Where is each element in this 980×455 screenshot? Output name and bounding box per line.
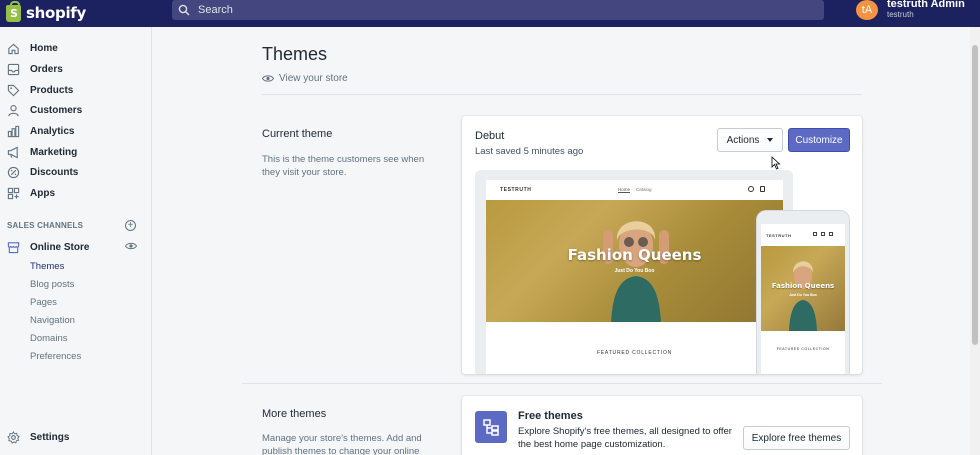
sidebar-item-settings[interactable]: Settings: [0, 427, 152, 447]
search-input[interactable]: Search: [172, 0, 824, 20]
sidebar-item-products[interactable]: Products: [0, 80, 152, 100]
explore-free-themes-button[interactable]: Explore free themes: [743, 426, 850, 450]
sidebar-item-discounts[interactable]: Discounts: [0, 162, 152, 182]
bar-chart-icon: [6, 124, 20, 138]
current-theme-card: Debut Last saved 5 minutes ago Actions C…: [462, 116, 862, 374]
gear-icon: [6, 430, 20, 444]
desktop-preview: TESTRUTH Home Catalog Fashion Queens Jus…: [475, 170, 793, 374]
page-title: Themes: [262, 44, 328, 64]
user-name[interactable]: testruth Admin: [887, 0, 965, 10]
mouse-cursor-icon: [771, 156, 781, 170]
mobile-preview-hero: Fashion Queens Just Do You Boo: [761, 246, 845, 331]
sidebar-sub-themes[interactable]: Themes: [30, 261, 64, 272]
apps-icon: [6, 186, 20, 200]
sidebar: Home Orders Products Customers Analytics…: [0, 27, 152, 455]
divider: [242, 383, 882, 384]
preview-nav-home: Home: [618, 187, 631, 192]
sidebar-sub-preferences[interactable]: Preferences: [30, 351, 81, 362]
sidebar-sub-pages[interactable]: Pages: [30, 297, 57, 308]
preview-featured-collection: FEATURED COLLECTION: [596, 350, 673, 356]
discount-icon: [6, 165, 20, 179]
bag-icon: [821, 232, 825, 236]
search-icon: [813, 232, 817, 236]
orders-icon: [6, 62, 20, 76]
tag-icon: [6, 83, 20, 97]
home-icon: [6, 41, 20, 55]
bag-icon: [760, 186, 765, 192]
mobile-preview-brand: TESTRUTH: [766, 233, 792, 238]
eye-icon: [262, 75, 274, 82]
theme-last-saved: Last saved 5 minutes ago: [475, 146, 584, 157]
free-themes-card: Free themes Explore Shopify's free theme…: [462, 396, 862, 455]
shopify-logo[interactable]: S shopify: [6, 0, 86, 24]
sidebar-item-customers[interactable]: Customers: [0, 100, 152, 120]
mobile-preview: TESTRUTH Fashion Queens Just Do You Boo …: [756, 210, 850, 374]
mobile-preview-hero-subtitle: Just Do You Boo: [789, 293, 817, 297]
preview-hero-title: Fashion Queens: [567, 246, 702, 264]
add-channel-icon[interactable]: +: [125, 220, 136, 231]
logo-text: shopify: [26, 4, 86, 22]
free-themes-description: Explore Shopify's free themes, all desig…: [518, 426, 732, 450]
preview-hero-subtitle: Just Do You Boo: [614, 268, 655, 274]
current-theme-heading: Current theme: [262, 128, 333, 140]
scrollbar-thumb[interactable]: [972, 45, 978, 345]
store-icon: [6, 240, 20, 254]
sidebar-item-orders[interactable]: Orders: [0, 59, 152, 79]
mobile-preview-hero-title: Fashion Queens: [771, 282, 835, 290]
preview-brand: TESTRUTH: [500, 187, 532, 193]
megaphone-icon: [6, 145, 20, 159]
divider: [262, 94, 862, 95]
sidebar-item-marketing[interactable]: Marketing: [0, 142, 152, 162]
main-content: Themes View your store Current theme Thi…: [152, 27, 980, 455]
mobile-preview-featured: FEATURED COLLECTION: [776, 347, 830, 351]
sidebar-sub-domains[interactable]: Domains: [30, 333, 68, 344]
sidebar-item-home[interactable]: Home: [0, 38, 152, 58]
preview-nav-catalog: Catalog: [636, 187, 652, 192]
theme-name: Debut: [475, 130, 505, 142]
shopify-bag-icon: S: [6, 0, 21, 22]
customize-button[interactable]: Customize: [788, 128, 850, 152]
page-scrollbar[interactable]: [970, 27, 980, 455]
more-themes-heading: More themes: [262, 408, 327, 420]
user-avatar[interactable]: tA: [856, 0, 878, 20]
preview-hero-image: Fashion Queens Just Do You Boo: [486, 200, 783, 322]
current-theme-description: This is the theme customers see when the…: [262, 154, 425, 178]
search-placeholder: Search: [198, 4, 233, 16]
person-icon: [6, 103, 20, 117]
sidebar-sub-navigation[interactable]: Navigation: [30, 315, 75, 326]
theme-preview[interactable]: TESTRUTH Home Catalog Fashion Queens Jus…: [475, 170, 851, 374]
sidebar-item-apps[interactable]: Apps: [0, 183, 152, 203]
sidebar-item-analytics[interactable]: Analytics: [0, 121, 152, 141]
free-themes-title: Free themes: [518, 410, 583, 422]
top-bar: S shopify Search tA testruth Admin testr…: [0, 0, 980, 27]
search-icon: [178, 4, 190, 16]
sales-channels-heading: SALES CHANNELS: [7, 221, 84, 230]
view-store-link[interactable]: View your store: [262, 73, 348, 84]
themes-icon: [475, 411, 507, 443]
search-icon: [748, 186, 754, 192]
caret-down-icon: [767, 138, 774, 142]
eye-icon[interactable]: [125, 242, 137, 250]
store-name: testruth: [887, 10, 914, 19]
preview-header: TESTRUTH Home Catalog: [486, 180, 783, 200]
sidebar-sub-blog-posts[interactable]: Blog posts: [30, 279, 74, 290]
menu-icon: [829, 232, 833, 236]
actions-button[interactable]: Actions: [717, 128, 783, 152]
more-themes-description: Manage your store's themes. Add and publ…: [262, 433, 422, 455]
